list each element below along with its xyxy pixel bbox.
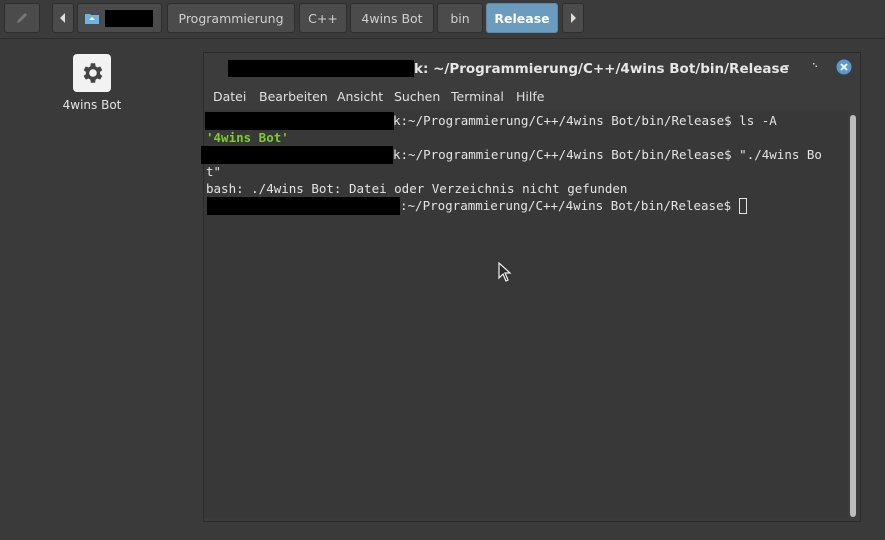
- scroll-right-button[interactable]: [562, 3, 584, 33]
- edit-path-button[interactable]: [4, 3, 40, 33]
- output-line-5: bash: ./4wins Bot: Datei oder Verzeichni…: [206, 181, 628, 196]
- terminal-titlebar[interactable]: k: ~/Programmierung/C++/4wins Bot/bin/Re…: [204, 53, 860, 83]
- gear-icon: [83, 63, 103, 83]
- home-folder-icon: [85, 14, 99, 24]
- menu-terminal[interactable]: Terminal: [451, 89, 504, 104]
- crumb-bin[interactable]: bin: [437, 3, 483, 33]
- maximize-button[interactable]: [810, 59, 820, 73]
- crumb-4wins-bot[interactable]: 4wins Bot: [350, 3, 434, 33]
- menu-bearbeiten[interactable]: Bearbeiten: [259, 89, 328, 104]
- scroll-left-button[interactable]: [52, 3, 74, 33]
- close-icon: [836, 59, 852, 75]
- menu-ansicht[interactable]: Ansicht: [337, 89, 383, 104]
- menu-hilfe[interactable]: Hilfe: [516, 89, 544, 104]
- home-crumb[interactable]: [77, 3, 162, 33]
- close-button[interactable]: [836, 59, 852, 78]
- text-cursor: [738, 198, 747, 214]
- pencil-icon: [17, 13, 27, 23]
- menu-datei[interactable]: Datei: [213, 89, 246, 104]
- crumb-programmierung[interactable]: Programmierung: [167, 3, 295, 33]
- terminal-title: k: ~/Programmierung/C++/4wins Bot/bin/Re…: [414, 61, 789, 77]
- mouse-pointer-icon: [498, 262, 512, 282]
- terminal-window: k: ~/Programmierung/C++/4wins Bot/bin/Re…: [201, 52, 861, 522]
- minimize-icon: [783, 65, 789, 67]
- redacted-username: [105, 10, 153, 27]
- maximize-icon: [813, 63, 817, 67]
- terminal-output[interactable]: k:~/Programmierung/C++/4wins Bot/bin/Rel…: [201, 111, 848, 519]
- output-line-4: t": [206, 164, 222, 179]
- output-line-1: k:~/Programmierung/C++/4wins Bot/bin/Rel…: [393, 113, 777, 128]
- redacted-prompt-user: [207, 197, 400, 215]
- terminal-scrollbar[interactable]: [850, 115, 856, 517]
- redacted-title-user: [228, 60, 414, 77]
- crumb-cpp[interactable]: C++: [299, 3, 347, 33]
- minimize-button[interactable]: [781, 59, 791, 73]
- menu-suchen[interactable]: Suchen: [394, 89, 440, 104]
- file-tile: [73, 54, 111, 92]
- output-line-2: '4wins Bot': [206, 130, 289, 145]
- arrow-left-icon: [60, 13, 65, 23]
- path-bar: Programmierung C++ 4wins Bot bin Release: [0, 0, 885, 39]
- prompt-text: :~/Programmierung/C++/4wins Bot/bin/Rele…: [400, 198, 739, 213]
- redacted-prompt-user: [201, 146, 393, 164]
- output-line-6: :~/Programmierung/C++/4wins Bot/bin/Rele…: [400, 198, 747, 214]
- redacted-prompt-user: [205, 112, 394, 130]
- crumb-release[interactable]: Release: [486, 3, 558, 33]
- desktop-file-4wins-bot[interactable]: 4wins Bot: [60, 54, 124, 112]
- output-line-3: k:~/Programmierung/C++/4wins Bot/bin/Rel…: [393, 147, 822, 162]
- arrow-right-icon: [571, 13, 576, 23]
- desktop-file-label: 4wins Bot: [62, 98, 122, 112]
